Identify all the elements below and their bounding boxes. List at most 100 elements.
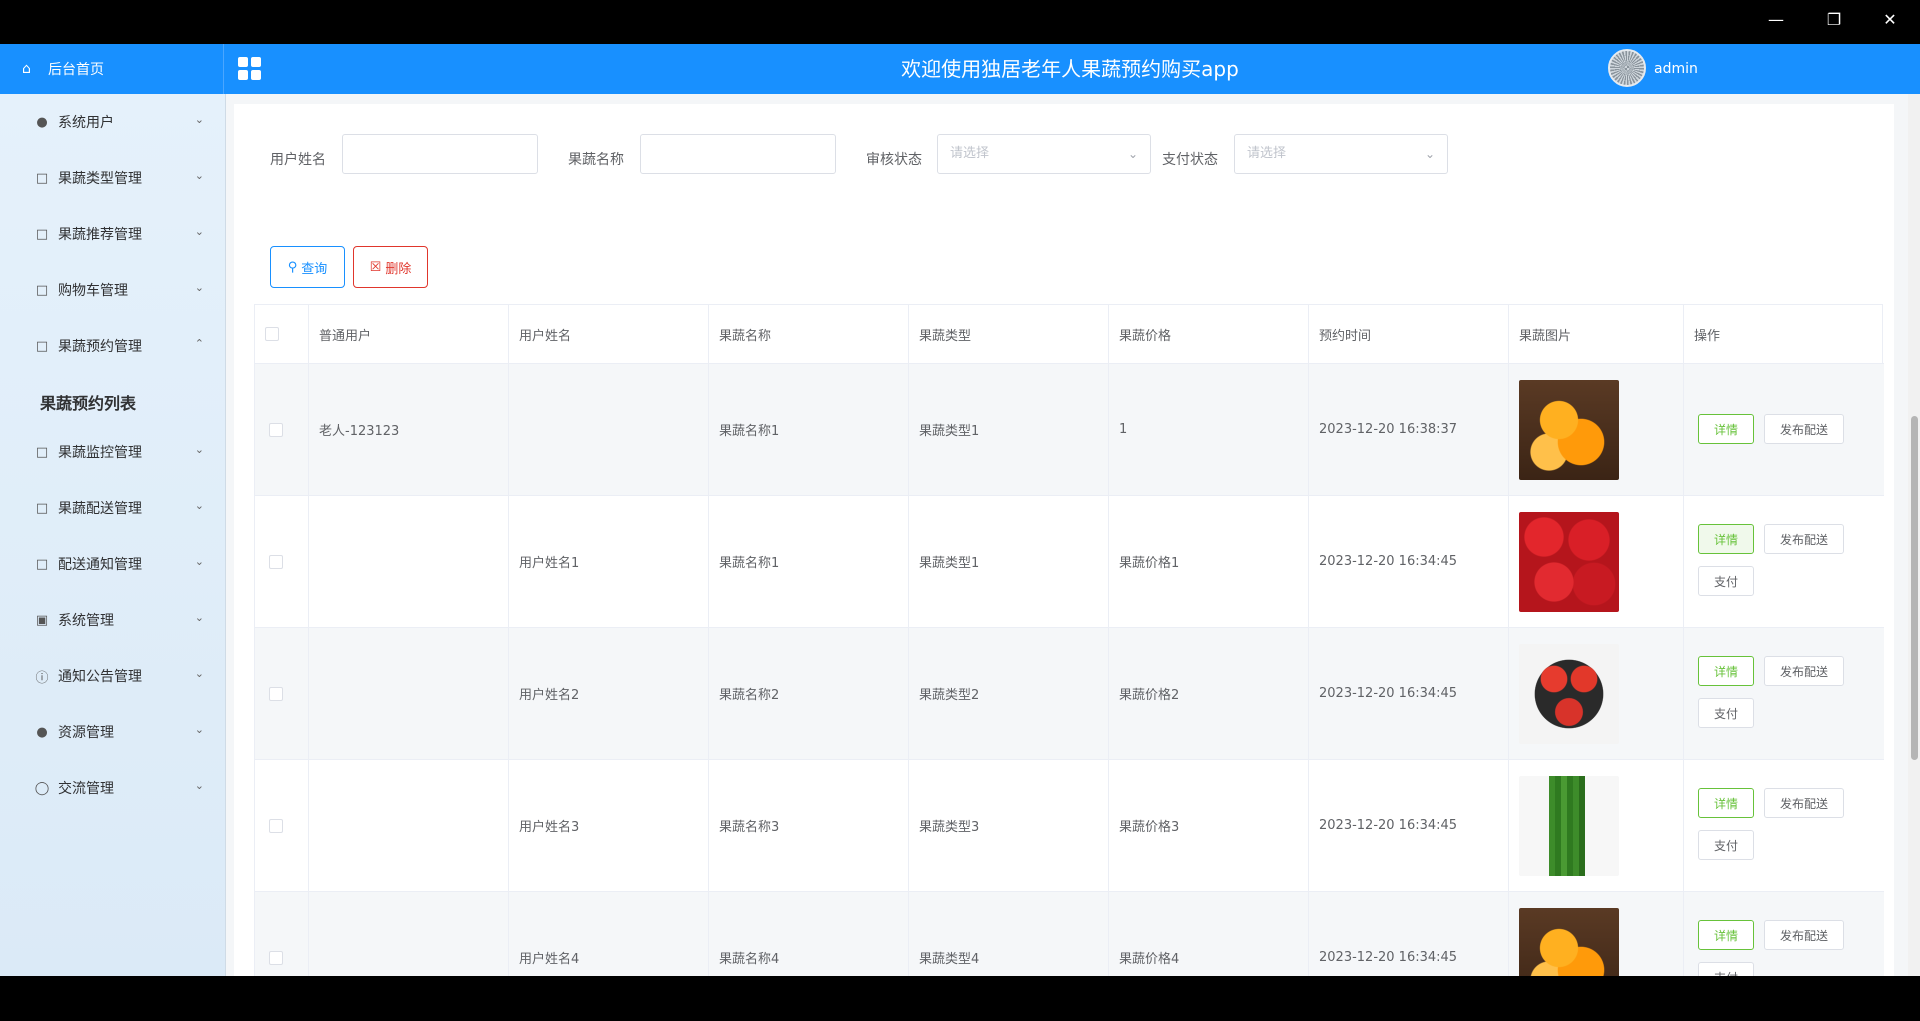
close-icon[interactable]: ✕ bbox=[1876, 8, 1904, 32]
review-status-select[interactable]: 请选择 ⌄ bbox=[937, 134, 1151, 174]
publish-delivery-button[interactable]: 发布配送 bbox=[1764, 788, 1844, 818]
username-filter-input[interactable] bbox=[342, 134, 538, 174]
publish-delivery-button-label: 发布配送 bbox=[1779, 422, 1828, 437]
sidebar-item-communication[interactable]: ◯ 交流管理 ⌄ bbox=[0, 760, 226, 816]
sidebar-item-resources[interactable]: ● 资源管理 ⌄ bbox=[0, 704, 226, 760]
pay-button[interactable]: 支付 bbox=[1698, 962, 1754, 976]
doc-icon: □ bbox=[35, 338, 49, 354]
table-row: 用户姓名4 果蔬名称4 果蔬类型4 果蔬价格4 2023-12-20 16:34:45 详… bbox=[255, 892, 1884, 976]
table-row: 用户姓名2 果蔬名称2 果蔬类型2 果蔬价格2 2023-12-20 16:34:45 详… bbox=[255, 628, 1884, 760]
detail-button[interactable]: 详情 bbox=[1698, 788, 1754, 818]
chevron-down-icon: ⌄ bbox=[194, 169, 204, 182]
produce-image bbox=[1519, 775, 1619, 876]
select-all-cell bbox=[255, 305, 309, 363]
chevron-up-icon: ⌃ bbox=[194, 337, 204, 350]
username[interactable]: admin bbox=[1654, 44, 1698, 94]
chevron-down-icon: ⌄ bbox=[194, 225, 204, 238]
review-status-label: 审核状态 bbox=[866, 152, 922, 168]
pay-status-placeholder: 请选择 bbox=[1247, 146, 1287, 161]
publish-delivery-button[interactable]: 发布配送 bbox=[1764, 656, 1844, 686]
user-icon: ● bbox=[36, 114, 48, 130]
chevron-down-icon: ⌄ bbox=[194, 555, 204, 568]
cell-type: 果蔬类型4 bbox=[909, 892, 1109, 976]
cell-price: 果蔬价格4 bbox=[1109, 892, 1309, 976]
publish-delivery-button-label: 发布配送 bbox=[1779, 796, 1828, 811]
row-checkbox[interactable] bbox=[269, 554, 283, 569]
sidebar-item-produce-recommend[interactable]: □ 果蔬推荐管理 ⌄ bbox=[0, 206, 226, 262]
sidebar-item-cart[interactable]: □ 购物车管理 ⌄ bbox=[0, 262, 226, 318]
cell-image bbox=[1509, 760, 1684, 891]
sidebar-item-delivery-notice[interactable]: □ 配送通知管理 ⌄ bbox=[0, 536, 226, 592]
publish-delivery-button-label: 发布配送 bbox=[1779, 664, 1828, 679]
sidebar-item-produce-type[interactable]: □ 果蔬类型管理 ⌄ bbox=[0, 150, 226, 206]
cell-time: 2023-12-20 16:34:45 bbox=[1309, 628, 1509, 759]
sidebar-item-label: 资源管理 bbox=[58, 725, 114, 741]
select-all-checkbox[interactable] bbox=[265, 327, 279, 341]
menu-toggle-icon[interactable] bbox=[238, 57, 262, 81]
chevron-down-icon: ⌄ bbox=[194, 611, 204, 624]
row-checkbox[interactable] bbox=[269, 686, 283, 701]
chevron-down-icon: ⌄ bbox=[194, 723, 204, 736]
table-row: 用户姓名1 果蔬名称1 果蔬类型1 果蔬价格1 2023-12-20 16:34:45 详… bbox=[255, 496, 1884, 628]
header-image: 果蔬图片 bbox=[1509, 305, 1684, 363]
sidebar-item-system[interactable]: ▣ 系统管理 ⌄ bbox=[0, 592, 226, 648]
query-button[interactable]: ⚲ 查询 bbox=[270, 246, 345, 288]
chevron-down-icon: ⌄ bbox=[194, 779, 204, 792]
cell-time: 2023-12-20 16:34:45 bbox=[1309, 496, 1509, 627]
row-select-cell bbox=[255, 628, 309, 759]
home-link[interactable]: ⌂ 后台首页 bbox=[0, 44, 224, 94]
cell-user bbox=[309, 628, 509, 759]
row-checkbox[interactable] bbox=[269, 950, 283, 965]
detail-button[interactable]: 详情 bbox=[1698, 414, 1754, 444]
cell-name: 用户姓名1 bbox=[509, 496, 709, 627]
scrollbar-thumb[interactable] bbox=[1911, 416, 1918, 760]
header-actions: 操作 bbox=[1694, 328, 1721, 344]
pay-button[interactable]: 支付 bbox=[1698, 698, 1754, 728]
cell-image bbox=[1509, 364, 1684, 495]
table-row: 用户姓名3 果蔬名称3 果蔬类型3 果蔬价格3 2023-12-20 16:34:45 详… bbox=[255, 760, 1884, 892]
pay-button[interactable]: 支付 bbox=[1698, 830, 1754, 860]
window-titlebar: — ❐ ✕ bbox=[0, 0, 1920, 44]
detail-button[interactable]: 详情 bbox=[1698, 656, 1754, 686]
sidebar-item-label: 系统用户 bbox=[58, 115, 114, 131]
doc-icon: □ bbox=[35, 444, 49, 460]
pay-button-label: 支付 bbox=[1713, 838, 1738, 853]
row-select-cell bbox=[255, 892, 309, 976]
publish-delivery-button[interactable]: 发布配送 bbox=[1764, 920, 1844, 950]
row-checkbox[interactable] bbox=[269, 422, 283, 437]
cell-actions: 详情 发布配送支付 bbox=[1684, 892, 1884, 976]
sidebar-subitem-booking-list[interactable]: 果蔬预约列表 bbox=[40, 390, 136, 414]
cell-time: 2023-12-20 16:38:37 bbox=[1309, 364, 1509, 495]
delete-button[interactable]: ☒ 删除 bbox=[353, 246, 428, 288]
cell-actions: 详情 发布配送 bbox=[1684, 364, 1884, 495]
pay-button[interactable]: 支付 bbox=[1698, 566, 1754, 596]
cell-price: 果蔬价格2 bbox=[1109, 628, 1309, 759]
pay-button-label: 支付 bbox=[1713, 574, 1738, 589]
avatar[interactable] bbox=[1608, 49, 1646, 87]
picture-icon: ▣ bbox=[35, 612, 49, 628]
sidebar-item-announcement[interactable]: ⓘ 通知公告管理 ⌄ bbox=[0, 648, 226, 704]
doc-icon: □ bbox=[35, 226, 49, 242]
delete-button-label: 删除 bbox=[385, 261, 412, 277]
minimize-icon[interactable]: — bbox=[1762, 8, 1790, 32]
header-type: 果蔬类型 bbox=[909, 305, 1109, 363]
sidebar-item-produce-delivery[interactable]: □ 果蔬配送管理 ⌄ bbox=[0, 480, 226, 536]
cell-price: 果蔬价格3 bbox=[1109, 760, 1309, 891]
restore-icon[interactable]: ❐ bbox=[1820, 8, 1848, 32]
cell-type: 果蔬类型1 bbox=[909, 364, 1109, 495]
publish-delivery-button[interactable]: 发布配送 bbox=[1764, 524, 1844, 554]
sidebar-item-system-users[interactable]: ● 系统用户 ⌄ bbox=[0, 94, 226, 150]
pay-status-select[interactable]: 请选择 ⌄ bbox=[1234, 134, 1448, 174]
sidebar-item-produce-monitor[interactable]: □ 果蔬监控管理 ⌄ bbox=[0, 424, 226, 480]
detail-button[interactable]: 详情 bbox=[1698, 524, 1754, 554]
row-checkbox[interactable] bbox=[269, 818, 283, 833]
header-time: 预约时间 bbox=[1309, 305, 1509, 363]
produce-name-filter-input[interactable] bbox=[640, 134, 836, 174]
publish-delivery-button[interactable]: 发布配送 bbox=[1764, 414, 1844, 444]
sidebar-item-produce-booking[interactable]: □ 果蔬预约管理 ⌃ bbox=[0, 318, 226, 374]
detail-button[interactable]: 详情 bbox=[1698, 920, 1754, 950]
cell-name: 用户姓名4 bbox=[509, 892, 709, 976]
detail-button-label: 详情 bbox=[1713, 664, 1738, 679]
detail-button-label: 详情 bbox=[1713, 796, 1738, 811]
bulb-icon: ● bbox=[36, 724, 48, 740]
